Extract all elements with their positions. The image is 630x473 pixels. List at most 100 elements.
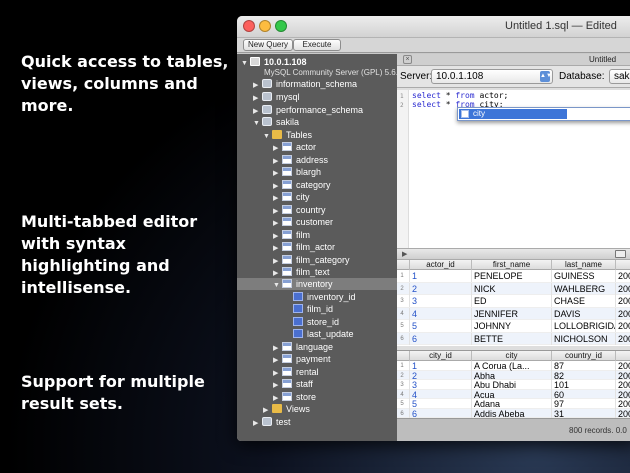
disclosure-down-icon[interactable]: ▼ <box>253 118 262 130</box>
column-header[interactable]: last_name <box>551 260 615 270</box>
grid-cell[interactable]: 200 <box>615 270 630 282</box>
minimize-window-button[interactable] <box>259 20 271 32</box>
db-node-mysql[interactable]: ▶ mysql <box>253 91 300 103</box>
column-header[interactable] <box>615 260 630 270</box>
column-node-last-update[interactable]: last_update <box>293 328 354 340</box>
table-row[interactable]: 55Adana97200 <box>397 399 630 411</box>
table-row[interactable]: 44Acua60200 <box>397 389 630 402</box>
zoom-window-button[interactable] <box>275 20 287 32</box>
table-node-blargh[interactable]: ▶ blargh <box>273 166 321 178</box>
table-node-store[interactable]: ▶ store <box>273 391 316 403</box>
editor-tab-title[interactable]: Untitled <box>589 55 616 64</box>
column-label: inventory_id <box>307 292 356 302</box>
table-row[interactable]: 44JENNIFERDAVIS200 <box>397 307 630 320</box>
close-tab-icon[interactable]: × <box>403 55 412 64</box>
grid-cell[interactable]: 200 <box>615 295 630 307</box>
db-node-sakila[interactable]: ▼ sakila <box>253 116 299 128</box>
table-node-film[interactable]: ▶ film <box>273 229 310 241</box>
disclosure-down-icon[interactable]: ▼ <box>273 280 282 292</box>
table-node-city[interactable]: ▶ city <box>273 191 310 203</box>
column-header[interactable]: first_name <box>471 260 551 270</box>
column-header[interactable]: city <box>471 351 551 361</box>
table-row[interactable]: 22NICKWAHLBERG200 <box>397 282 630 295</box>
column-header[interactable]: actor_id <box>409 260 471 270</box>
column-node-store-id[interactable]: store_id <box>293 316 339 328</box>
column-header[interactable]: country_id <box>551 351 615 361</box>
table-row[interactable]: 11A Corua (La...87200 <box>397 361 630 373</box>
table-row[interactable]: 33EDCHASE200 <box>397 295 630 308</box>
execute-button[interactable]: Execute <box>293 39 341 51</box>
table-node-film-category[interactable]: ▶ film_category <box>273 254 350 266</box>
grid-cell[interactable]: 4 <box>409 307 471 320</box>
row-number: 6 <box>400 410 404 417</box>
database-select[interactable]: saki <box>609 69 630 84</box>
column-header[interactable] <box>615 351 630 361</box>
column-node-inventory-id[interactable]: inventory_id <box>293 291 356 303</box>
grid-cell[interactable]: JOHNNY <box>471 320 551 332</box>
disclosure-down-icon[interactable]: ▼ <box>263 131 272 143</box>
column-node-film-id[interactable]: film_id <box>293 303 333 315</box>
table-node-inventory[interactable]: ▼ inventory <box>237 278 397 290</box>
grid-cell[interactable]: DAVIS <box>551 307 615 320</box>
result-grid-1[interactable]: actor_id first_name last_name 1 1 PENELOPE… <box>397 260 630 346</box>
grid-cell[interactable]: GUINESS <box>551 270 615 282</box>
grid-cell[interactable]: 3 <box>409 295 471 307</box>
grid-cell[interactable]: NICK <box>471 282 551 295</box>
code-line-1[interactable]: select * from actor; <box>412 91 508 100</box>
column-header[interactable]: city_id <box>409 351 471 361</box>
table-row[interactable]: 22Abha82200 <box>397 370 630 383</box>
db-node-information-schema[interactable]: ▶ information_schema <box>253 78 357 90</box>
grid-cell[interactable]: 5 <box>409 320 471 332</box>
table-node-actor[interactable]: ▶ actor <box>273 141 316 153</box>
folder-icon <box>272 404 282 413</box>
table-node-staff[interactable]: ▶ staff <box>273 378 313 390</box>
new-query-button[interactable]: New Query <box>243 39 294 51</box>
autocomplete-item[interactable]: city <box>459 109 567 119</box>
grid-cell[interactable]: JENNIFER <box>471 307 551 320</box>
grid-cell[interactable]: 1 <box>409 270 471 282</box>
server-select[interactable]: 10.0.1.108 ▲▼ <box>431 69 553 84</box>
grid-cell[interactable]: WAHLBERG <box>551 282 615 295</box>
grid-cell[interactable]: 200 <box>615 307 630 320</box>
table-node-category[interactable]: ▶ category <box>273 179 331 191</box>
table-node-rental[interactable]: ▶ rental <box>273 366 319 378</box>
table-row[interactable]: 11PENELOPEGUINESS200 <box>397 270 630 283</box>
table-row[interactable]: 33Abu Dhabi101200 <box>397 380 630 392</box>
grid-cell[interactable]: PENELOPE <box>471 270 551 282</box>
disclosure-down-icon[interactable]: ▼ <box>241 58 250 70</box>
db-node-test[interactable]: ▶ test <box>253 416 291 428</box>
query-pane: × Untitled Server: 10.0.1.108 ▲▼ Databas… <box>397 54 630 441</box>
table-node-customer[interactable]: ▶ customer <box>273 216 333 228</box>
grid-cell[interactable]: BETTE <box>471 332 551 345</box>
disclosure-right-icon[interactable]: ▶ <box>253 418 262 430</box>
folder-node-tables[interactable]: ▼ Tables <box>263 129 312 141</box>
table-row[interactable]: 66BETTENICHOLSON200 <box>397 332 630 345</box>
promo-quick-access: Quick access to tables, views, columns a… <box>21 52 229 115</box>
export-icon[interactable] <box>615 250 626 258</box>
column-icon <box>293 304 303 313</box>
grid-cell[interactable]: 2 <box>409 282 471 295</box>
table-node-film-actor[interactable]: ▶ film_actor <box>273 241 335 253</box>
table-node-address[interactable]: ▶ address <box>273 154 328 166</box>
grid-cell[interactable]: LOLLOBRIGIDA <box>551 320 615 332</box>
table-node-film-text[interactable]: ▶ film_text <box>273 266 330 278</box>
close-window-button[interactable] <box>243 20 255 32</box>
grid-cell[interactable]: CHASE <box>551 295 615 307</box>
sql-editor[interactable]: 1 2 select * from actor; select * from c… <box>397 90 630 248</box>
folder-node-views[interactable]: ▶ Views <box>263 403 310 415</box>
grid-cell[interactable]: NICHOLSON <box>551 332 615 345</box>
table-row[interactable]: 66Addis Abeba31200 <box>397 408 630 421</box>
table-row[interactable]: 55JOHNNYLOLLOBRIGIDA200 <box>397 320 630 333</box>
results-splitter[interactable]: ▶ <box>397 248 630 260</box>
grid-cell[interactable]: 200 <box>615 282 630 295</box>
grid-cell[interactable]: 6 <box>409 332 471 345</box>
db-node-performance-schema[interactable]: ▶ performance_schema <box>253 104 363 116</box>
grid-cell[interactable]: 200 <box>615 320 630 332</box>
grid-cell[interactable]: 200 <box>615 332 630 345</box>
table-node-payment[interactable]: ▶ payment <box>273 353 331 365</box>
table-node-country[interactable]: ▶ country <box>273 204 326 216</box>
result-grid-2[interactable]: city_id city country_id 11A Corua (La...… <box>397 350 630 421</box>
table-node-language[interactable]: ▶ language <box>273 341 333 353</box>
play-icon[interactable]: ▶ <box>402 250 407 258</box>
grid-cell[interactable]: ED <box>471 295 551 307</box>
